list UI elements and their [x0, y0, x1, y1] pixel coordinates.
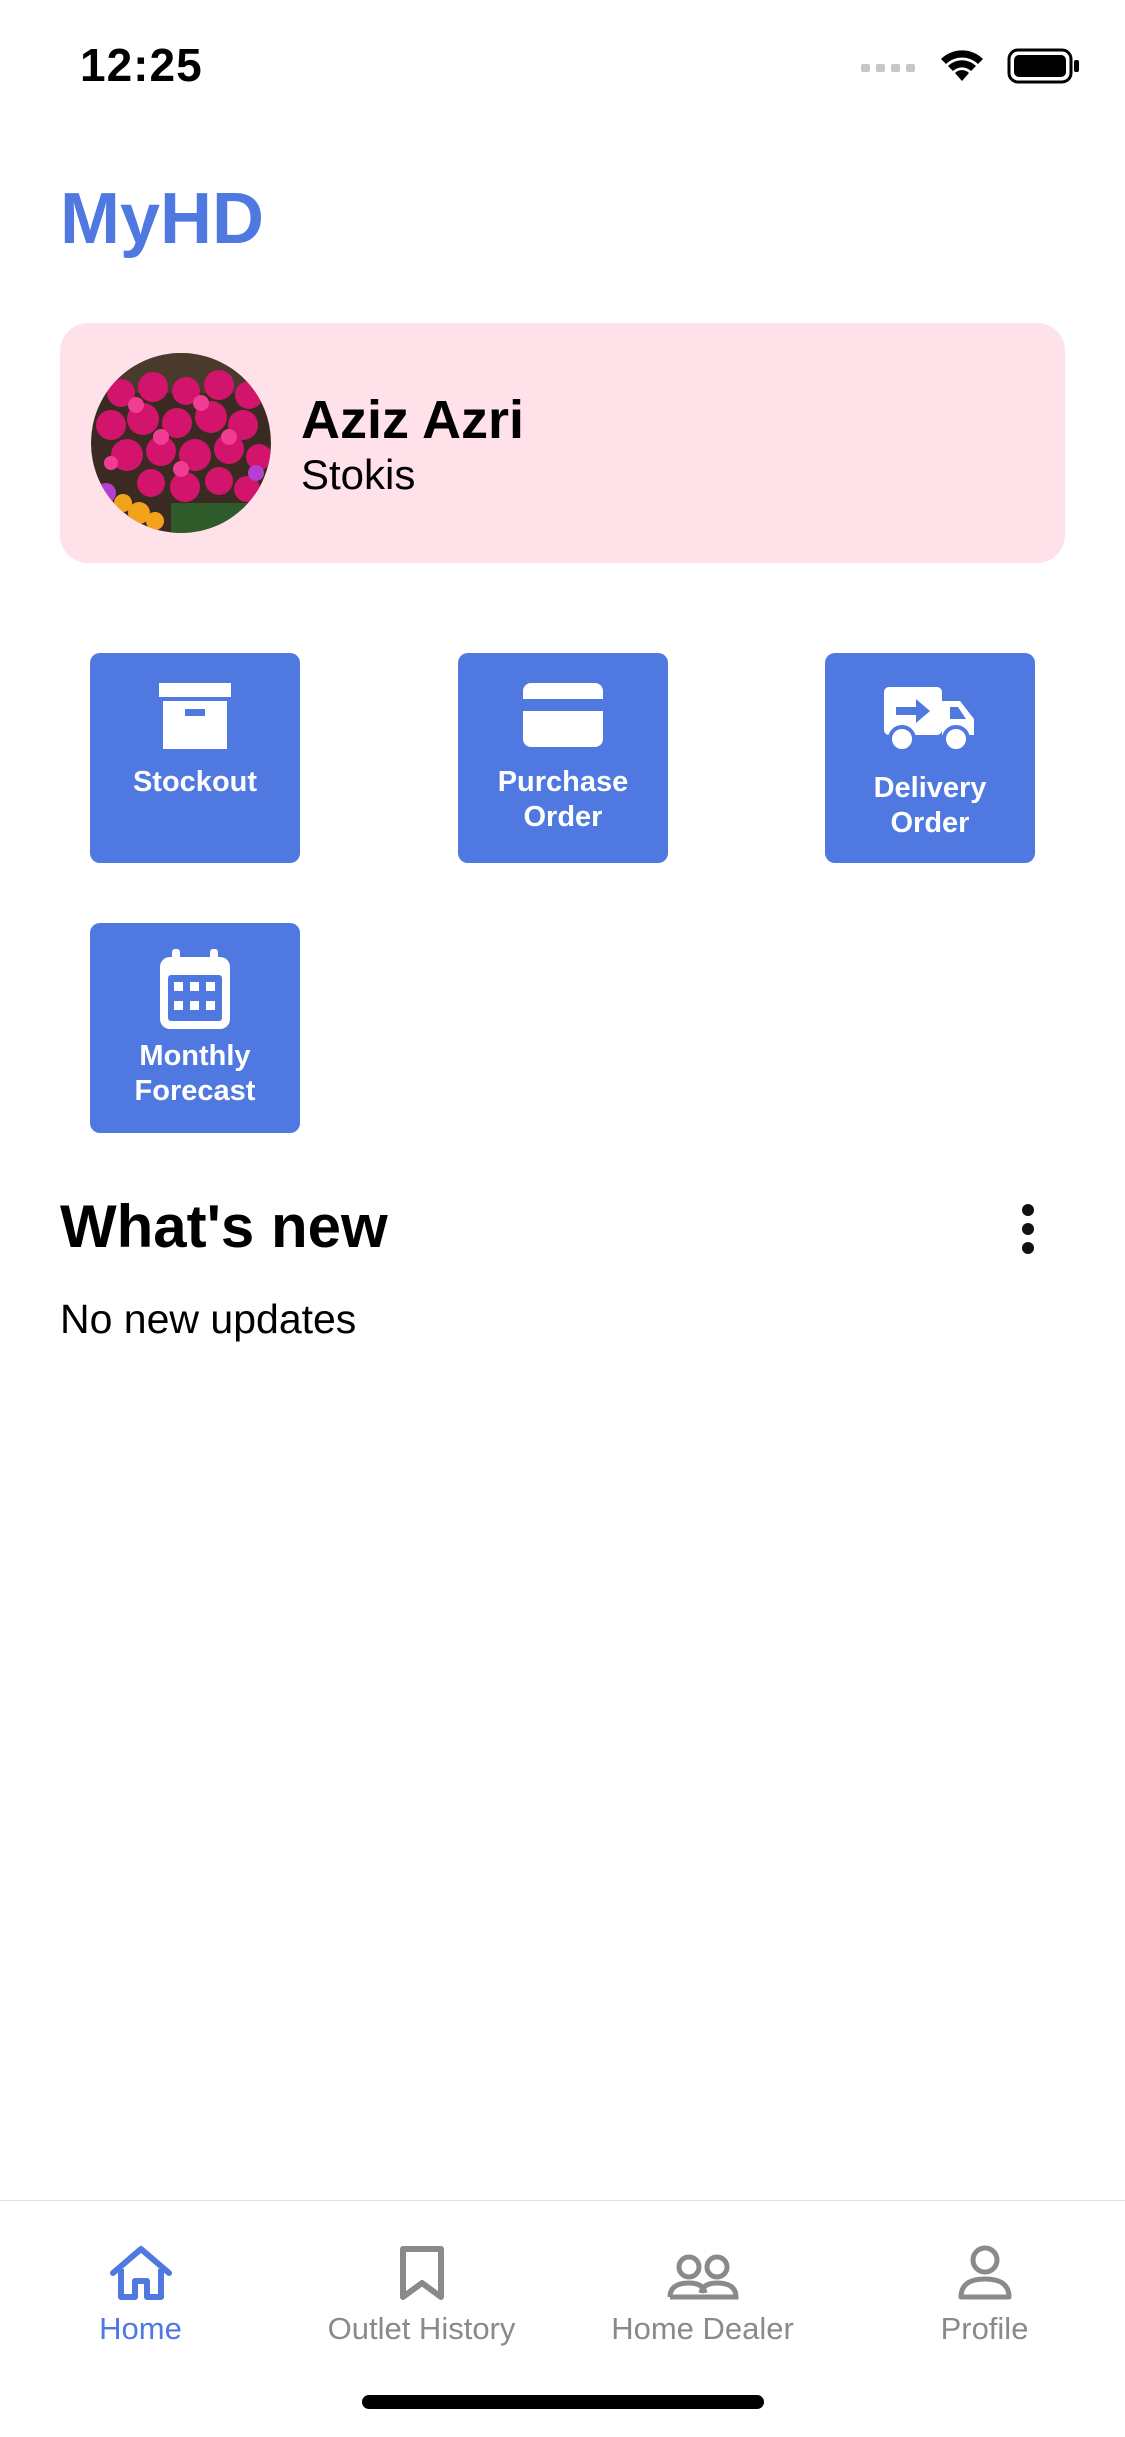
person-icon: [958, 2245, 1011, 2300]
more-options-icon[interactable]: [1010, 1196, 1046, 1262]
profile-name: Aziz Azri: [301, 390, 525, 450]
tab-home-dealer[interactable]: Home Dealer: [562, 2231, 843, 2347]
stockout-button[interactable]: Stockout: [90, 653, 300, 863]
battery-icon: [1007, 48, 1079, 84]
tab-outlet-history-label: Outlet History: [327, 2311, 516, 2346]
monthly-forecast-button[interactable]: Monthly Forecast: [90, 923, 300, 1133]
flower-photo: [91, 353, 271, 533]
app-title: MyHD: [60, 179, 265, 259]
tab-outlet-history[interactable]: Outlet History: [281, 2231, 562, 2347]
tab-home-label: Home: [99, 2311, 182, 2346]
tab-profile[interactable]: Profile: [844, 2231, 1125, 2347]
delivery-order-button[interactable]: Delivery Order: [825, 653, 1035, 863]
status-time: 12:25: [80, 39, 203, 91]
status-bar: 12:25: [0, 0, 1125, 140]
delivery-order-label: Delivery Order: [873, 772, 987, 839]
credit-card-icon: [523, 683, 603, 747]
profile-card[interactable]: Aziz Azri Stokis: [60, 323, 1065, 563]
stockout-label: Stockout: [132, 766, 258, 798]
bookmark-icon: [399, 2246, 444, 2300]
whats-new-title: What's new: [60, 1193, 388, 1260]
tab-home[interactable]: Home: [0, 2231, 281, 2347]
home-indicator: [362, 2395, 764, 2409]
status-icons: [861, 48, 1081, 84]
tab-profile-label: Profile: [940, 2311, 1029, 2346]
calendar-icon: [160, 949, 230, 1029]
wifi-icon: [941, 50, 983, 81]
home-icon: [109, 2246, 172, 2300]
purchase-order-button[interactable]: Purchase Order: [458, 653, 668, 863]
no-updates-text: No new updates: [60, 1296, 357, 1342]
cellular-signal-icon: [861, 64, 915, 72]
people-icon: [667, 2254, 739, 2300]
delivery-truck-icon: [884, 687, 974, 753]
avatar: [91, 353, 271, 533]
purchase-order-label: Purchase Order: [497, 766, 629, 833]
monthly-forecast-label: Monthly Forecast: [134, 1040, 256, 1107]
tab-home-dealer-label: Home Dealer: [611, 2311, 794, 2346]
profile-role: Stokis: [301, 451, 416, 498]
archive-box-icon: [159, 683, 231, 749]
